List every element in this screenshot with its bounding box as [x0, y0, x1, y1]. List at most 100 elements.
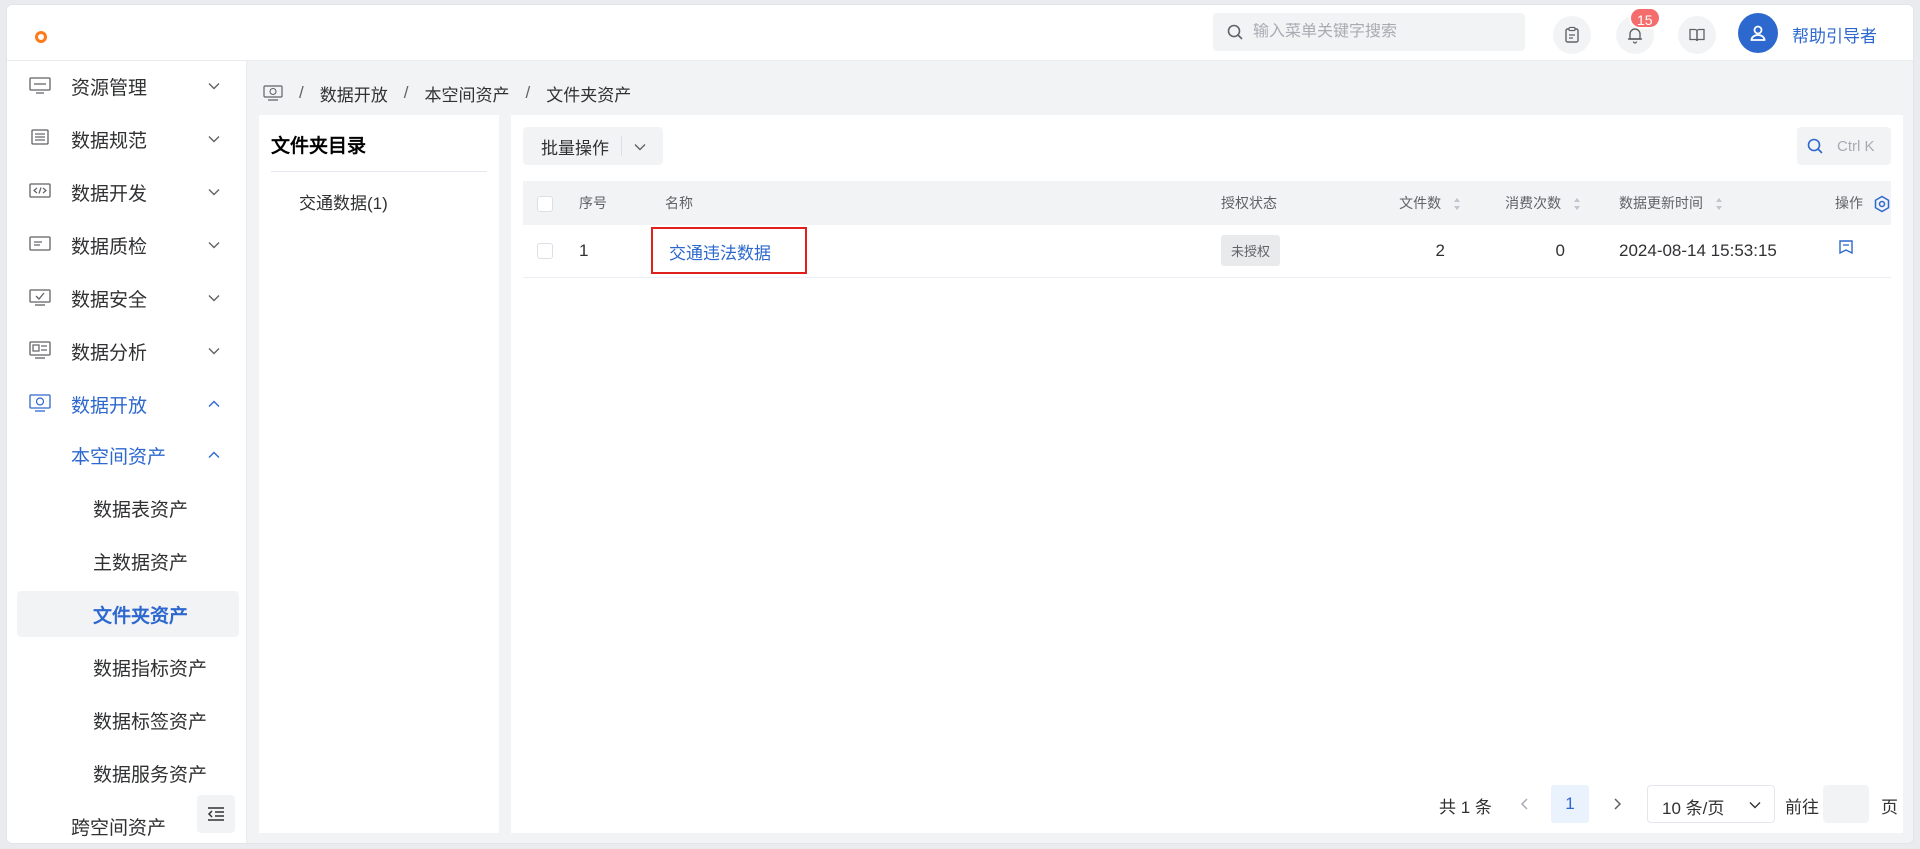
detail-icon[interactable]	[1837, 239, 1855, 257]
code-icon	[29, 183, 51, 198]
row-checkbox[interactable]	[537, 243, 553, 260]
sidebar: 资源管理 数据规范 数据开发 数据质检 数据安全 数据分析 数据开放 本空间资产…	[7, 61, 247, 843]
sidebar-leaf-tag-assets[interactable]: 数据标签资产	[7, 697, 246, 743]
sidebar-leaf-folder-assets[interactable]: 文件夹资产	[17, 591, 239, 637]
breadcrumb-separator: /	[299, 83, 304, 102]
chevron-down-icon	[208, 348, 220, 355]
sidebar-leaf-label: 主数据资产	[93, 552, 189, 574]
sidebar-item-label: 数据安全	[71, 289, 148, 311]
sidebar-leaf-label: 数据指标资产	[93, 658, 208, 680]
sidebar-leaf-master-data-assets[interactable]: 主数据资产	[7, 538, 246, 584]
sidebar-item-label: 数据开发	[71, 183, 148, 205]
chevron-down-icon	[208, 242, 220, 249]
column-header-status: 授权状态	[1221, 195, 1277, 211]
goto-page-input[interactable]	[1823, 785, 1869, 823]
breadcrumb-current: 文件夹资产	[546, 85, 632, 105]
page-size-select[interactable]: 10 条/页	[1647, 785, 1775, 823]
sidebar-leaf-label: 数据表资产	[93, 499, 189, 521]
clipboard-button[interactable]	[1553, 16, 1591, 54]
standard-icon	[31, 129, 49, 145]
menu-search-box[interactable]	[1213, 13, 1525, 51]
docs-button[interactable]	[1678, 16, 1716, 54]
sidebar-submenu-label: 本空间资产	[71, 446, 167, 468]
sidebar-item-data-open[interactable]: 数据开放	[7, 379, 246, 429]
breadcrumb-item[interactable]: 数据开放	[320, 81, 388, 106]
sidebar-item-label: 资源管理	[71, 77, 148, 99]
open-data-icon	[29, 394, 51, 412]
logo[interactable]	[35, 31, 47, 43]
sidebar-submenu-label: 跨空间资产	[71, 817, 167, 839]
user-icon	[1750, 25, 1766, 41]
search-shortcut-label: Ctrl K	[1837, 137, 1875, 155]
assets-table: 序号 名称 授权状态 文件数 消费次数 数据更新时间 操作 1 交通违法数据 未…	[523, 181, 1891, 278]
column-header-files[interactable]: 文件数	[1357, 181, 1467, 225]
breadcrumb-item[interactable]: 本空间资产	[424, 81, 509, 106]
select-all-checkbox[interactable]	[537, 195, 553, 212]
divider	[621, 136, 622, 156]
column-header-files-label: 文件数	[1399, 195, 1442, 211]
goto-label: 前往	[1785, 798, 1819, 817]
sidebar-item-label: 数据分析	[71, 342, 148, 364]
clipboard-icon	[1565, 26, 1579, 43]
column-header-consumptions-label: 消费次数	[1505, 195, 1562, 211]
batch-operation-label: 批量操作	[541, 138, 609, 158]
chevron-down-icon	[1749, 802, 1761, 809]
assets-table-panel: 批量操作 Ctrl K 序号 名称 授权状态 文件数 消费次数 数据更新时间 操…	[511, 115, 1903, 833]
chevron-up-icon	[208, 400, 220, 407]
sidebar-item-data-analysis[interactable]: 数据分析	[7, 326, 246, 376]
sidebar-item-data-quality[interactable]: 数据质检	[7, 220, 246, 270]
menu-search-input[interactable]	[1253, 23, 1503, 41]
sidebar-leaf-label: 数据服务资产	[93, 764, 208, 786]
sidebar-item-label: 数据开放	[71, 395, 148, 417]
collapse-menu-icon	[207, 807, 224, 821]
quality-icon	[29, 236, 51, 251]
username[interactable]: 帮助引导者	[1792, 22, 1877, 47]
collapse-sidebar-button[interactable]	[197, 795, 235, 833]
sidebar-submenu-this-space-assets[interactable]: 本空间资产	[7, 432, 246, 478]
pagination-page[interactable]: 1	[1551, 785, 1589, 823]
pagination: 共 1 条 1 10 条/页 前往 页	[511, 785, 1898, 823]
chevron-down-icon	[208, 136, 220, 143]
sidebar-item-label: 数据规范	[71, 130, 148, 152]
sidebar-item-data-development[interactable]: 数据开发	[7, 167, 246, 217]
user-avatar[interactable]	[1738, 13, 1778, 53]
folder-tree-node[interactable]: 交通数据(1)	[299, 189, 388, 214]
column-header-updated-label: 数据更新时间	[1619, 195, 1703, 211]
chevron-down-icon	[208, 295, 220, 302]
table-search-button[interactable]: Ctrl K	[1797, 127, 1891, 165]
sort-icon[interactable]	[1573, 197, 1581, 211]
column-settings-icon[interactable]	[1873, 195, 1891, 213]
chevron-left-icon[interactable]	[1519, 797, 1531, 811]
chevron-down-icon	[208, 83, 220, 90]
table-header-row: 序号 名称 授权状态 文件数 消费次数 数据更新时间 操作	[523, 181, 1891, 225]
asset-name-link[interactable]: 交通违法数据	[651, 227, 807, 275]
sidebar-item-label: 数据质检	[71, 236, 148, 258]
batch-operation-dropdown[interactable]: 批量操作	[523, 127, 663, 165]
sidebar-leaf-metric-assets[interactable]: 数据指标资产	[7, 644, 246, 690]
monitor-icon[interactable]	[263, 85, 283, 101]
resource-icon	[29, 77, 51, 94]
breadcrumb-separator: /	[525, 83, 531, 102]
cell-updated: 2024-08-14 15:53:15	[1619, 240, 1777, 260]
notification-badge: 15	[1629, 7, 1661, 29]
column-header-updated[interactable]: 数据更新时间	[1587, 181, 1805, 225]
sort-icon[interactable]	[1453, 197, 1461, 211]
cell-files: 2	[1435, 240, 1445, 260]
sidebar-item-data-standard[interactable]: 数据规范	[7, 114, 246, 164]
sidebar-leaf-service-assets[interactable]: 数据服务资产	[7, 750, 246, 796]
chevron-down-icon	[634, 144, 646, 151]
breadcrumb-separator: /	[403, 83, 409, 102]
sidebar-leaf-table-assets[interactable]: 数据表资产	[7, 485, 246, 531]
column-header-consumptions[interactable]: 消费次数	[1467, 181, 1587, 225]
folder-directory-title: 文件夹目录	[271, 136, 367, 157]
column-header-name: 名称	[665, 195, 693, 211]
sidebar-item-resource-management[interactable]: 资源管理	[7, 61, 246, 111]
analysis-icon	[29, 341, 51, 359]
top-header: 15 帮助引导者	[7, 5, 1913, 61]
sidebar-item-data-security[interactable]: 数据安全	[7, 273, 246, 323]
column-header-actions-label: 操作	[1835, 194, 1863, 211]
column-header-index: 序号	[579, 195, 607, 211]
folder-directory-panel: 文件夹目录 交通数据(1)	[259, 115, 499, 833]
chevron-right-icon[interactable]	[1611, 797, 1623, 811]
sort-icon[interactable]	[1715, 197, 1723, 211]
